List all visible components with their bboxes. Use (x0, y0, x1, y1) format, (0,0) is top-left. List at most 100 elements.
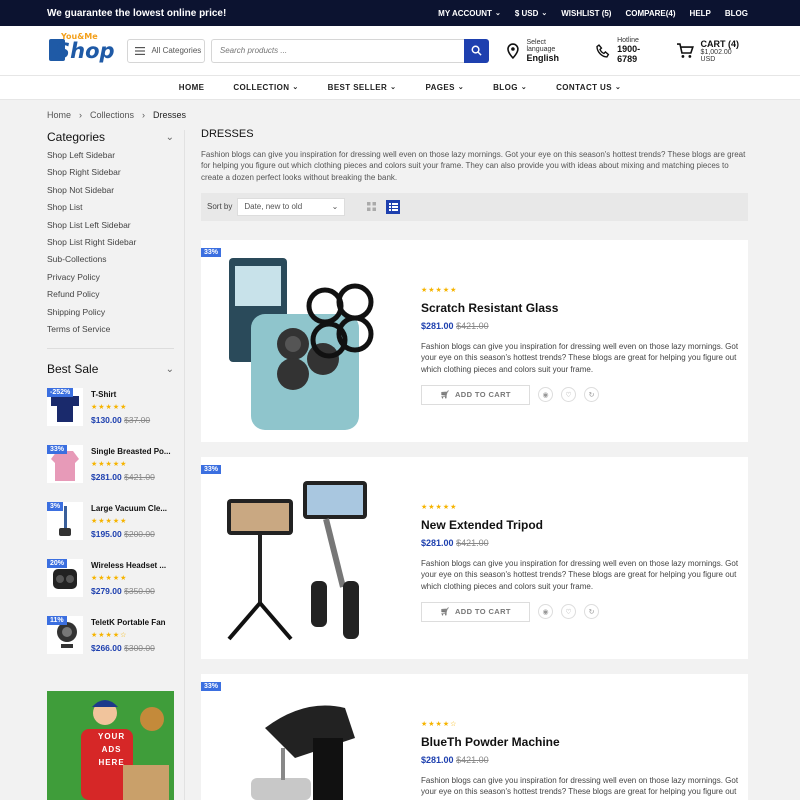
stand-mixer-image (251, 705, 355, 800)
category-item[interactable]: Shipping Policy (47, 307, 174, 324)
chevron-down-icon: ⌄ (541, 9, 548, 17)
wishlist-button[interactable]: ♡ (561, 387, 576, 403)
best-sale-item[interactable]: 11% TeletK Portable Fan ★★★★☆ $266.00 $3… (47, 616, 174, 673)
price: $281.00 $421.00 (91, 472, 155, 483)
product-description: Fashion blogs can give you inspiration f… (421, 342, 739, 374)
discount-badge: 33% (47, 445, 68, 455)
refresh-icon: ↻ (588, 391, 595, 399)
add-to-cart-button[interactable]: 🛒︎ ADD TO CART (421, 384, 530, 405)
product-thumbnail[interactable]: 20% (47, 559, 83, 598)
add-to-cart-button[interactable]: 🛒︎ ADD TO CART (421, 601, 530, 622)
nav-pages[interactable]: PAGES ⌄ (425, 83, 464, 92)
discount-badge: 3% (47, 502, 64, 512)
product-info: ★★★★☆ BlueTh Powder Machine $281.00 $421… (421, 716, 741, 800)
category-item[interactable]: Refund Policy (47, 289, 174, 306)
help-link[interactable]: HELP (690, 9, 711, 18)
ad-banner[interactable]: YOUR ADS HERE (47, 691, 174, 800)
category-item[interactable]: Shop List (47, 202, 174, 219)
category-item[interactable]: Privacy Policy (47, 272, 174, 289)
compare-link[interactable]: COMPARE(4) (625, 9, 675, 18)
product-card: 33% ★★★★★ New Extended Tripod $281.00 $4… (201, 457, 748, 659)
my-account-link[interactable]: MY ACCOUNT ⌄ (438, 9, 501, 18)
rating-stars: ★★★★★ (91, 518, 128, 526)
best-sale-item[interactable]: 3% Large Vacuum Cle... ★★★★★ $195.00 $20… (47, 502, 174, 559)
chevron-down-icon: ⌄ (331, 202, 339, 212)
rating-stars: ★★★★☆ (91, 632, 128, 640)
best-sale-header[interactable]: Best Sale ⌄ (47, 362, 174, 376)
quick-view-button[interactable]: ◉ (538, 387, 553, 403)
nav-home[interactable]: HOME (179, 83, 205, 92)
product-name[interactable]: Large Vacuum Cle... (91, 504, 167, 513)
product-thumbnail[interactable]: 33% (47, 445, 83, 484)
chevron-down-icon: ⌄ (165, 131, 174, 143)
sort-select[interactable]: Date, new to old ⌄ (237, 197, 346, 216)
sidebar-divider (184, 130, 185, 800)
categories-header[interactable]: Categories ⌄ (47, 130, 174, 144)
product-info: ★★★★★ New Extended Tripod $281.00 $421.0… (421, 499, 741, 622)
product-actions: 🛒︎ ADD TO CART ◉ ♡ ↻ (421, 601, 741, 622)
chevron-down-icon: ⌄ (520, 84, 528, 91)
product-name[interactable]: Scratch Resistant Glass (421, 301, 741, 315)
product-card: 33% ★★★★★ Scratch Resistant Glass $281.0… (201, 240, 748, 442)
best-sale-item[interactable]: -252% T-Shirt ★★★★★ $130.00 $37.00 (47, 388, 174, 445)
nav-best-seller[interactable]: BEST SELLER ⌄ (328, 83, 397, 92)
rating-stars: ★★★★★ (421, 504, 458, 511)
product-info: ★★★★★ Scratch Resistant Glass $281.00 $4… (421, 282, 741, 405)
logo[interactable]: You&Me Shop (47, 31, 115, 71)
rating-stars: ★★★★★ (91, 575, 128, 583)
currency-selector[interactable]: $ USD ⌄ (515, 9, 547, 18)
list-view-button[interactable] (386, 199, 401, 214)
product-name[interactable]: TeletK Portable Fan (91, 618, 166, 627)
quick-view-button[interactable]: ◉ (538, 604, 553, 620)
nav-collection[interactable]: COLLECTION ⌄ (233, 83, 298, 92)
compare-button[interactable]: ↻ (584, 387, 599, 403)
chevron-down-icon: ⌄ (165, 363, 174, 375)
grid-icon (366, 202, 376, 212)
grid-view-button[interactable] (364, 200, 378, 214)
product-thumbnail[interactable]: 3% (47, 502, 83, 541)
collection-description: Fashion blogs can give you inspiration f… (201, 150, 746, 182)
chevron-down-icon: ⌄ (292, 84, 299, 91)
product-name[interactable]: Wireless Headset ... (91, 561, 166, 570)
best-sale-item[interactable]: 20% Wireless Headset ... ★★★★★ $279.00 $… (47, 559, 174, 616)
product-image[interactable] (225, 471, 405, 647)
blog-link[interactable]: BLOG (725, 9, 748, 18)
header: You&Me Shop All Categories Select langua… (0, 26, 800, 76)
top-bar: We guarantee the lowest online price! MY… (0, 0, 800, 26)
product-name[interactable]: BlueTh Powder Machine (421, 735, 741, 749)
breadcrumb-collections[interactable]: Collections (90, 110, 134, 120)
nav-contact-us[interactable]: CONTACT US ⌄ (556, 83, 621, 92)
rating-stars: ★★★★☆ (421, 721, 458, 728)
cart-icon: 🛒︎ (440, 390, 450, 400)
product-image[interactable] (225, 254, 405, 430)
product-thumbnail[interactable]: 11% (47, 616, 83, 655)
product-thumbnail[interactable]: -252% (47, 388, 83, 427)
compare-button[interactable]: ↻ (584, 604, 599, 620)
category-item[interactable]: Shop Not Sidebar (47, 185, 174, 202)
category-item[interactable]: Shop Right Sidebar (47, 167, 174, 184)
breadcrumb: Home › Collections › Dresses (47, 110, 186, 120)
top-links: MY ACCOUNT ⌄ $ USD ⌄ WISHLIST (5) COMPARE(… (438, 9, 748, 18)
cart[interactable]: CART (4) $1,002.00 USD (676, 39, 748, 63)
wishlist-button[interactable]: ♡ (561, 604, 576, 620)
product-name[interactable]: New Extended Tripod (421, 518, 741, 532)
product-name[interactable]: T-Shirt (91, 390, 150, 399)
category-item[interactable]: Terms of Service (47, 324, 174, 341)
rating-stars: ★★★★★ (421, 287, 458, 294)
wishlist-link[interactable]: WISHLIST (5) (561, 9, 611, 18)
category-item[interactable]: Shop List Right Sidebar (47, 237, 174, 254)
category-item[interactable]: Shop List Left Sidebar (47, 220, 174, 237)
best-sale-item[interactable]: 33% Single Breasted Po... ★★★★★ $281.00 … (47, 445, 174, 502)
product-actions: 🛒︎ ADD TO CART ◉ ♡ ↻ (421, 384, 741, 405)
sort-toolbar: Sort by Date, new to old ⌄ (201, 192, 748, 221)
sidebar: Categories ⌄ Shop Left Sidebar Shop Right… (47, 130, 174, 673)
product-image[interactable] (225, 688, 405, 800)
heart-icon: ♡ (565, 391, 572, 399)
category-item[interactable]: Shop Left Sidebar (47, 150, 174, 167)
category-item[interactable]: Sub-Collections (47, 254, 174, 271)
nav-blog[interactable]: BLOG ⌄ (493, 83, 527, 92)
tripod-image (227, 481, 367, 641)
discount-badge: 33% (201, 248, 222, 257)
breadcrumb-home[interactable]: Home (47, 110, 71, 120)
product-name[interactable]: Single Breasted Po... (91, 447, 171, 456)
